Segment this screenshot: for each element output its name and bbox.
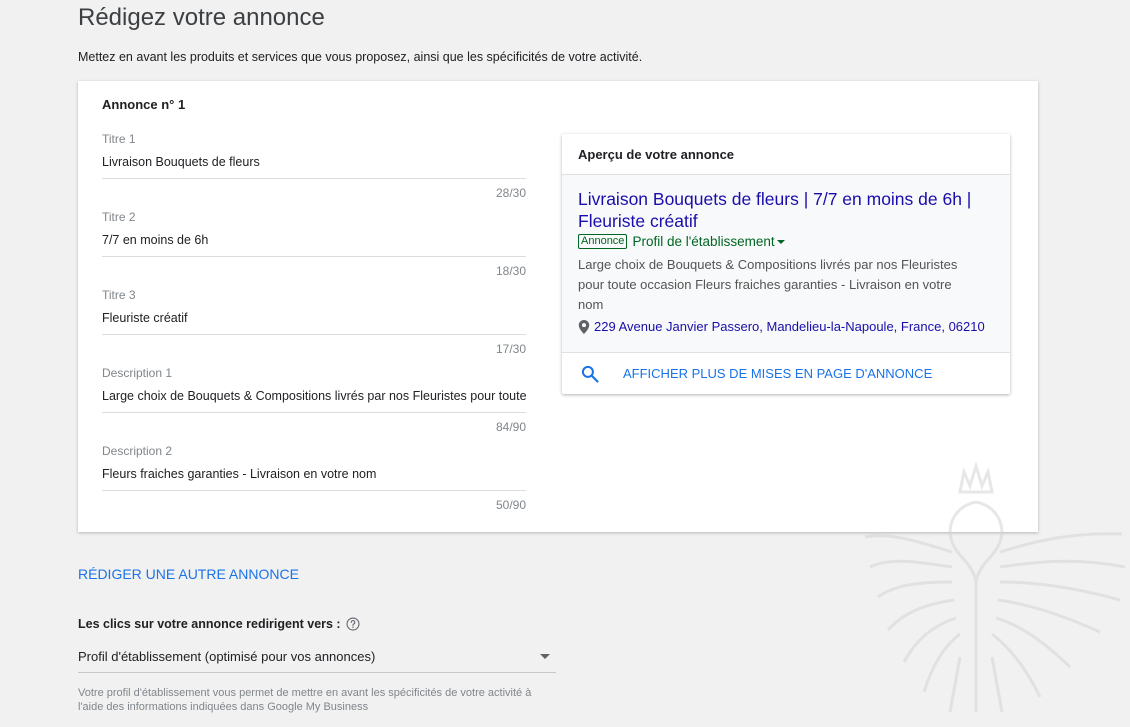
description-1-input[interactable]: Large choix de Bouquets & Compositions l… [102,389,526,403]
clicks-destination-label: Les clics sur votre annonce redirigent v… [78,617,360,631]
help-icon[interactable] [346,617,360,631]
page-title: Rédigez votre annonce [78,4,325,31]
title-1-input[interactable]: Livraison Bouquets de fleurs [102,155,526,169]
chevron-down-icon [540,654,550,659]
profile-link[interactable]: Profil de l'établissement [632,234,774,249]
char-counter: 17/30 [495,342,526,356]
description-2-input[interactable]: Fleurs fraiches garanties - Livraison en… [102,467,526,481]
clicks-label-text: Les clics sur votre annonce redirigent v… [78,617,341,631]
field-underline [102,490,526,491]
chevron-down-icon[interactable] [776,239,785,244]
search-icon [581,365,599,383]
ad-card-title: Annonce n° 1 [102,97,186,112]
destination-select[interactable]: Profil d'établissement (optimisé pour vo… [78,645,556,673]
field-label: Description 1 [102,366,173,380]
ad-address[interactable]: 229 Avenue Janvier Passero, Mandelieu-la… [594,319,985,334]
ad-preview: Aperçu de votre annonce Livraison Bouque… [562,134,1010,394]
page-subtitle: Mettez en avant les produits et services… [78,50,643,64]
eagle-watermark-icon [864,462,1126,713]
field-label: Titre 2 [102,210,136,224]
location-pin-icon [578,319,590,334]
field-underline [102,334,526,335]
ad-address-row: 229 Avenue Janvier Passero, Mandelieu-la… [578,319,988,334]
title-2-input[interactable]: 7/7 en moins de 6h [102,233,526,247]
char-counter: 50/90 [495,498,526,512]
field-underline [102,256,526,257]
field-underline [102,412,526,413]
add-another-ad-button[interactable]: RÉDIGER UNE AUTRE ANNONCE [78,566,299,582]
char-counter: 84/90 [495,420,526,434]
field-label: Titre 3 [102,288,136,302]
field-label: Titre 1 [102,132,136,146]
more-layouts-label: AFFICHER PLUS DE MISES EN PAGE D'ANNONCE [623,366,933,381]
char-counter: 28/30 [495,186,526,200]
preview-title: Aperçu de votre annonce [578,147,735,162]
preview-body: Livraison Bouquets de fleurs | 7/7 en mo… [562,175,1010,353]
field-underline [102,178,526,179]
preview-header: Aperçu de votre annonce [562,134,1010,175]
ad-headline: Livraison Bouquets de fleurs | 7/7 en mo… [578,189,972,231]
more-layouts-button[interactable]: AFFICHER PLUS DE MISES EN PAGE D'ANNONCE [562,353,1010,394]
title-3-input[interactable]: Fleuriste créatif [102,311,526,325]
ad-badge-row: Annonce Profil de l'établissement [578,234,785,249]
field-label: Description 2 [102,444,173,458]
ad-badge: Annonce [578,234,628,249]
destination-select-value: Profil d'établissement (optimisé pour vo… [78,649,376,664]
destination-helper-text: Votre profil d'établissement vous permet… [78,687,532,713]
char-counter: 18/30 [495,264,526,278]
ad-description: Large choix de Bouquets & Compositions l… [578,257,958,312]
